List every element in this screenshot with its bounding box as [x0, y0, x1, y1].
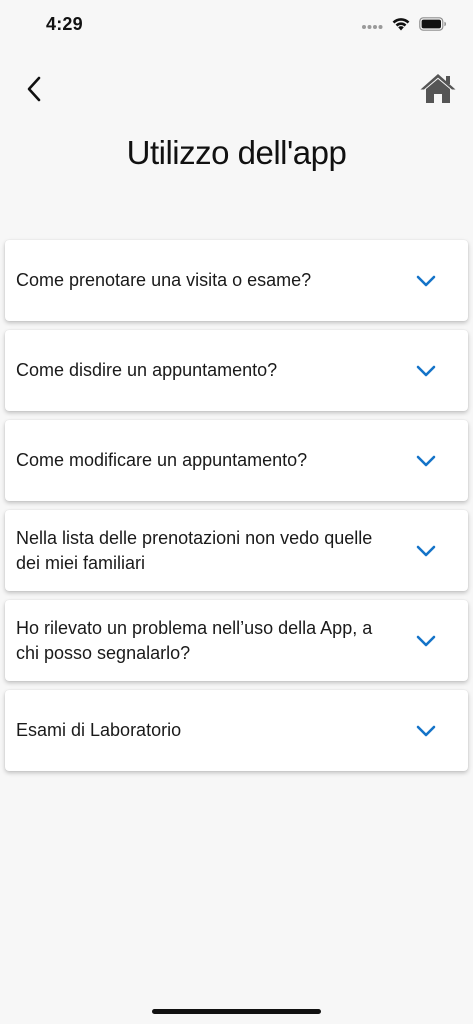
home-icon	[419, 72, 457, 109]
faq-item-problema[interactable]: Ho rilevato un problema nell’uso della A…	[5, 600, 468, 681]
app-screen: 4:29 Utilizzo dell'app Come prenotare un…	[0, 0, 473, 1024]
faq-item-familiari[interactable]: Nella lista delle prenotazioni non vedo …	[5, 510, 468, 591]
home-button[interactable]	[417, 70, 459, 110]
chevron-left-icon	[26, 76, 42, 107]
wifi-icon	[391, 16, 411, 36]
faq-question: Come modificare un appuntamento?	[16, 450, 308, 470]
chevron-down-icon	[414, 629, 438, 653]
chevron-down-icon	[414, 719, 438, 743]
signal-dots-icon	[361, 17, 383, 35]
faq-item-modificare[interactable]: Come modificare un appuntamento?	[5, 420, 468, 501]
faq-question: Come prenotare una visita o esame?	[16, 270, 312, 290]
battery-icon	[419, 16, 447, 36]
faq-question: Nella lista delle prenotazioni non vedo …	[16, 527, 373, 573]
page-title: Utilizzo dell'app	[126, 134, 347, 171]
status-bar: 4:29	[0, 0, 473, 50]
faq-question: Esami di Laboratorio	[16, 720, 182, 740]
faq-question: Come disdire un appuntamento?	[16, 360, 278, 380]
faq-question: Ho rilevato un problema nell’uso della A…	[16, 617, 373, 663]
faq-list: Come prenotare una visita o esame? Come …	[5, 240, 468, 780]
chevron-down-icon	[414, 449, 438, 473]
back-button[interactable]	[18, 74, 50, 108]
chevron-down-icon	[414, 539, 438, 563]
faq-item-laboratorio[interactable]: Esami di Laboratorio	[5, 690, 468, 771]
faq-item-disdire[interactable]: Come disdire un appuntamento?	[5, 330, 468, 411]
status-time: 4:29	[46, 14, 83, 34]
faq-item-prenotare[interactable]: Come prenotare una visita o esame?	[5, 240, 468, 321]
navigation-bar	[0, 64, 473, 118]
chevron-down-icon	[414, 359, 438, 383]
chevron-down-icon	[414, 269, 438, 293]
status-icons	[361, 16, 447, 36]
home-indicator[interactable]	[152, 1009, 321, 1014]
